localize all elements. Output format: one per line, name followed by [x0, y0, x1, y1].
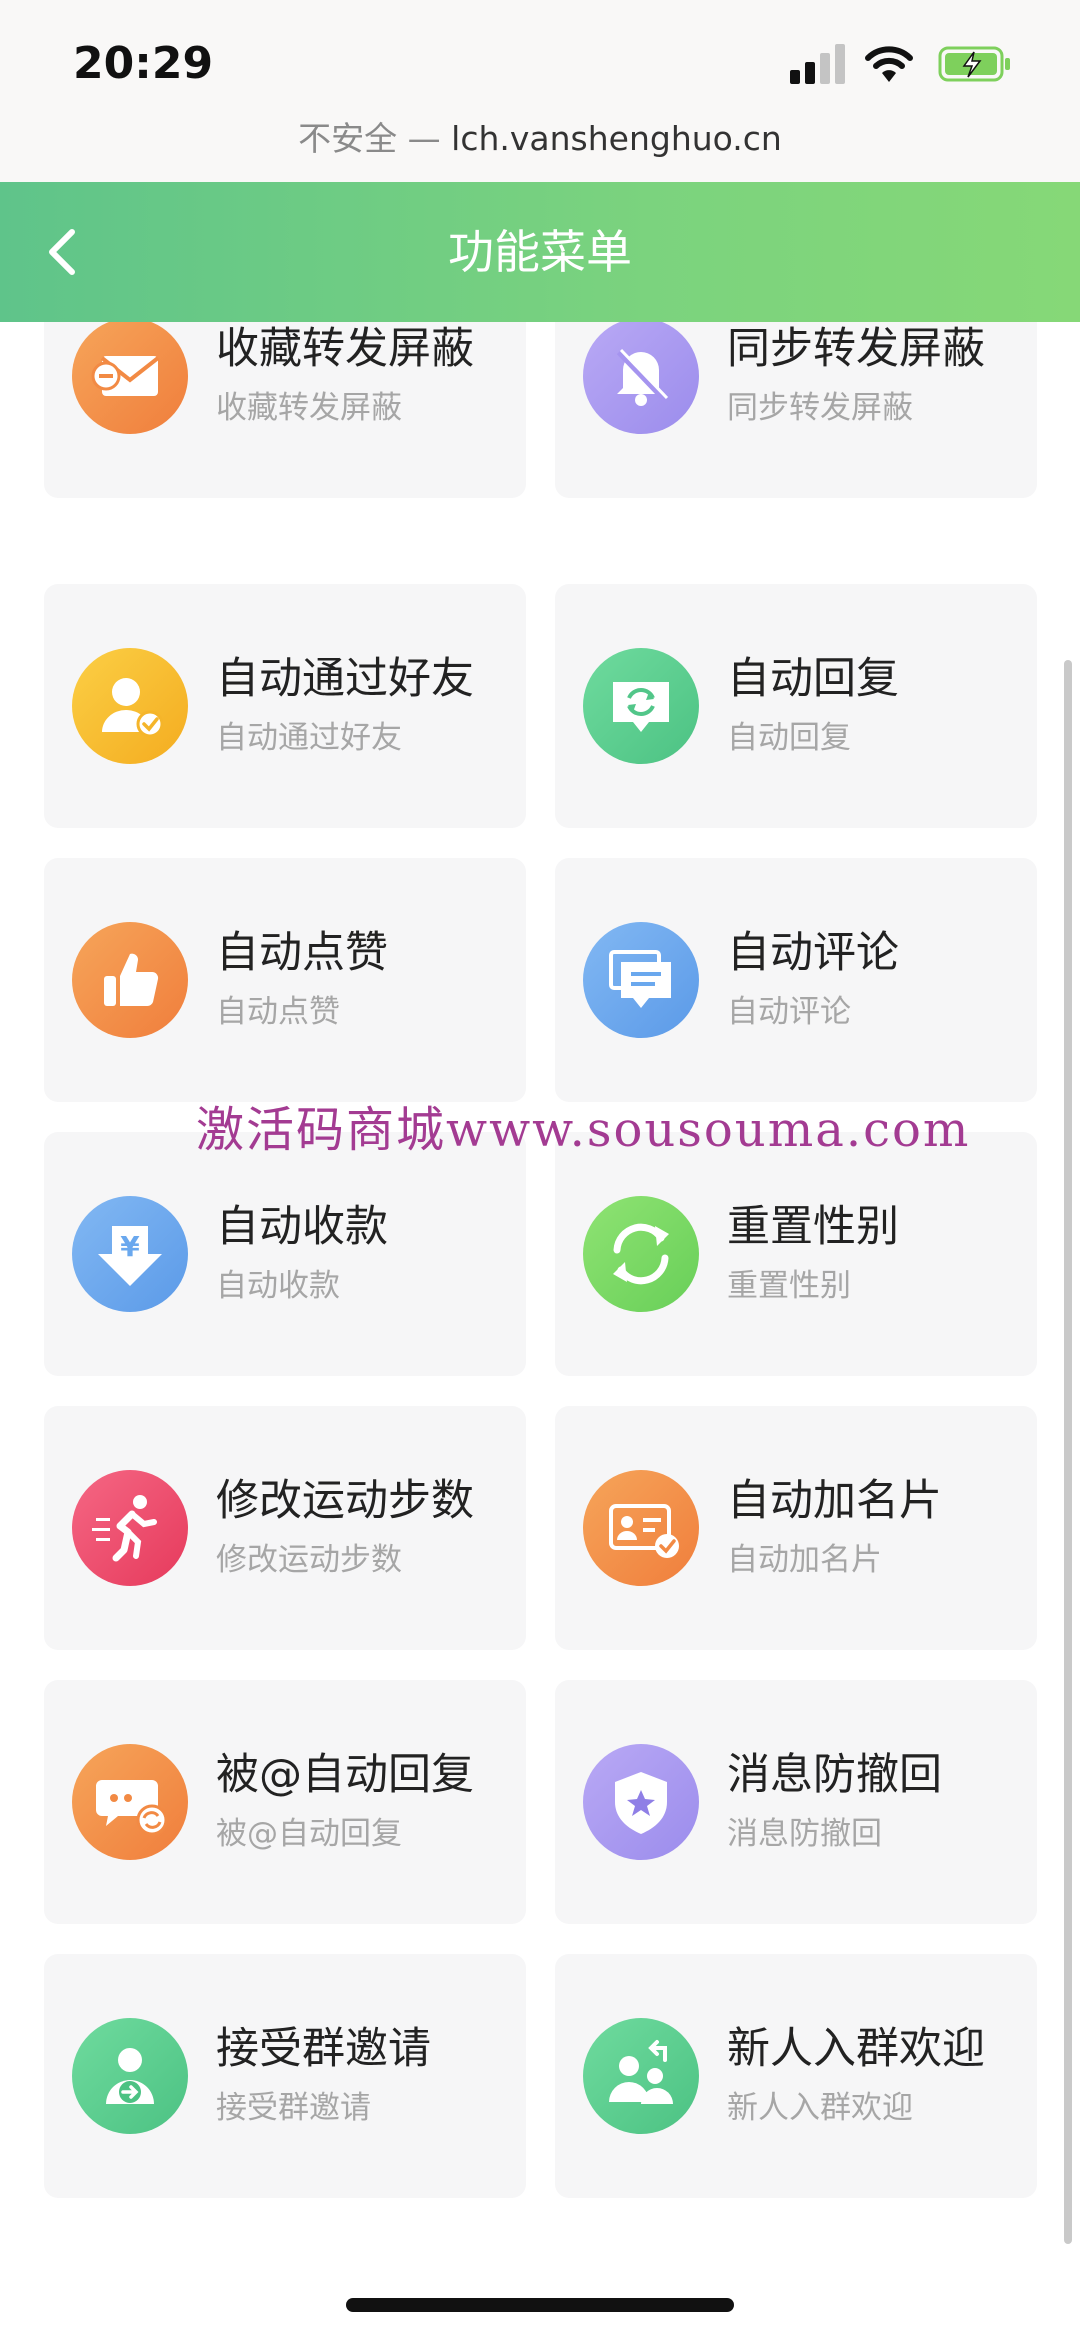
feature-card[interactable]: 自动回复 自动回复 [555, 584, 1037, 828]
feature-title: 收藏转发屏蔽 [216, 324, 474, 374]
feature-title: 自动点赞 [216, 928, 388, 978]
user-check-icon [72, 648, 188, 764]
feature-title: 修改运动步数 [216, 1476, 474, 1526]
feature-subtitle: 自动加名片 [727, 1542, 882, 1578]
feature-title: 新人入群欢迎 [727, 2024, 985, 2074]
feature-subtitle: 自动回复 [727, 720, 851, 756]
refresh-icon [583, 1196, 699, 1312]
feature-subtitle: 自动评论 [727, 994, 851, 1030]
thumbs-up-icon [72, 922, 188, 1038]
feature-subtitle: 接受群邀请 [216, 2090, 371, 2126]
feature-subtitle: 新人入群欢迎 [727, 2090, 913, 2126]
feature-card[interactable]: 被@自动回复 被@自动回复 [44, 1680, 526, 1924]
mail-block-icon [72, 322, 188, 434]
address-bar[interactable]: 不安全 — lch.vanshenghuo.cn [0, 112, 1080, 160]
back-chevron-icon[interactable] [36, 220, 96, 284]
comment-icon [583, 922, 699, 1038]
user-arrow-icon [72, 2018, 188, 2134]
cellular-signal-icon [790, 44, 845, 84]
svg-text:¥: ¥ [120, 1230, 140, 1263]
feature-card[interactable]: 同步转发屏蔽 同步转发屏蔽 [555, 322, 1037, 498]
feature-subtitle: 被@自动回复 [216, 1816, 402, 1852]
feature-card[interactable]: 收藏转发屏蔽 收藏转发屏蔽 [44, 322, 526, 498]
wifi-icon [865, 46, 913, 82]
group-welcome-icon [583, 2018, 699, 2134]
shield-star-icon [583, 1744, 699, 1860]
scrollbar-thumb[interactable] [1064, 660, 1072, 2244]
bell-off-icon [583, 322, 699, 434]
status-time: 20:29 [73, 38, 214, 89]
feature-title: 被@自动回复 [216, 1750, 474, 1800]
feature-title: 消息防撤回 [727, 1750, 942, 1800]
status-icons [790, 44, 1040, 84]
feature-subtitle: 同步转发屏蔽 [727, 390, 913, 426]
insecure-label: 不安全 — [298, 119, 441, 158]
feature-card[interactable]: 自动点赞 自动点赞 [44, 858, 526, 1102]
runner-icon [72, 1470, 188, 1586]
feature-title: 重置性别 [727, 1202, 899, 1252]
battery-charging-icon [938, 46, 1010, 82]
mention-reply-icon [72, 1744, 188, 1860]
feature-card[interactable]: ¥ 自动收款 自动收款 [44, 1132, 526, 1376]
page-title: 功能菜单 [448, 225, 632, 279]
feature-card[interactable]: 自动通过好友 自动通过好友 [44, 584, 526, 828]
home-indicator[interactable] [346, 2298, 734, 2312]
feature-title: 接受群邀请 [216, 2024, 431, 2074]
feature-title: 自动评论 [727, 928, 899, 978]
feature-subtitle: 重置性别 [727, 1268, 851, 1304]
reply-chat-icon [583, 648, 699, 764]
feature-card[interactable]: 重置性别 重置性别 [555, 1132, 1037, 1376]
feature-title: 自动收款 [216, 1202, 388, 1252]
feature-card[interactable]: 修改运动步数 修改运动步数 [44, 1406, 526, 1650]
feature-card[interactable]: 消息防撤回 消息防撤回 [555, 1680, 1037, 1924]
feature-card[interactable]: 自动评论 自动评论 [555, 858, 1037, 1102]
nav-bar: 功能菜单 [0, 182, 1080, 322]
feature-subtitle: 消息防撤回 [727, 1816, 882, 1852]
feature-subtitle: 收藏转发屏蔽 [216, 390, 402, 426]
yuan-download-icon: ¥ [72, 1196, 188, 1312]
url-domain: lch.vanshenghuo.cn [451, 119, 782, 158]
feature-grid: 收藏转发屏蔽 收藏转发屏蔽 同步转发屏蔽 同步转发屏蔽 自动通过好友 自动通过好… [0, 322, 1080, 2239]
feature-title: 自动加名片 [727, 1476, 942, 1526]
feature-card[interactable]: 接受群邀请 接受群邀请 [44, 1954, 526, 2198]
watermark-text: 激活码商城www.sousouma.com [196, 1102, 971, 1158]
feature-subtitle: 自动点赞 [216, 994, 340, 1030]
feature-card[interactable]: 自动加名片 自动加名片 [555, 1406, 1037, 1650]
feature-card[interactable]: 新人入群欢迎 新人入群欢迎 [555, 1954, 1037, 2198]
feature-title: 同步转发屏蔽 [727, 324, 985, 374]
feature-subtitle: 自动收款 [216, 1268, 340, 1304]
id-card-icon [583, 1470, 699, 1586]
feature-subtitle: 修改运动步数 [216, 1542, 402, 1578]
feature-title: 自动通过好友 [216, 654, 474, 704]
status-bar: 20:29 不安全 — lch.vanshenghuo.cn [0, 0, 1080, 182]
feature-subtitle: 自动通过好友 [216, 720, 402, 756]
feature-title: 自动回复 [727, 654, 899, 704]
